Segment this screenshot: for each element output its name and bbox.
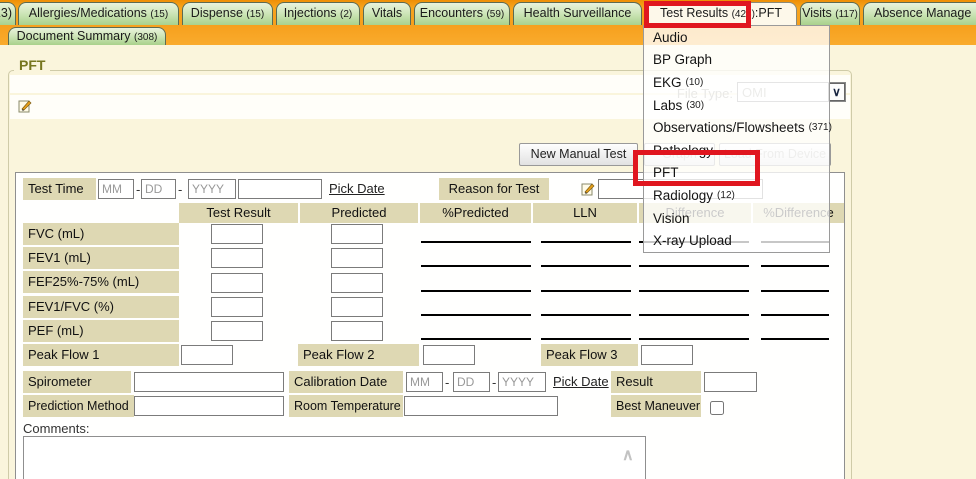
pick-date-link-calibration[interactable]: Pick Date [553,374,609,389]
result-label: Result [611,371,701,393]
room-temperature-input[interactable] [404,396,558,416]
test-date-year-input[interactable] [188,179,236,199]
spirometer-label: Spirometer [23,371,131,393]
pft-section-title: PFT [14,57,50,73]
peak-flow-2-label: Peak Flow 2 [298,344,419,366]
calibration-month-input[interactable] [406,372,443,392]
tab-encounters[interactable]: Encounters (59) [414,2,510,25]
calibration-year-input[interactable] [498,372,546,392]
menu-item-observations-flowsheets[interactable]: Observations/Flowsheets(371) [644,116,829,139]
menu-item-labs[interactable]: Labs(30) [644,94,829,117]
fev1-predicted-input[interactable] [331,248,383,268]
tab-health-surveillance[interactable]: Health Surveillance [513,2,642,25]
prediction-method-input[interactable] [134,396,284,416]
row-label-fef2575: FEF25%-75% (mL) [23,271,179,293]
menu-item-radiology[interactable]: Radiology(12) [644,184,829,207]
test-date-day-input[interactable] [141,179,176,199]
fev1fvc-test-result-input[interactable] [211,297,263,317]
menu-item-xray-upload[interactable]: X-ray Upload [644,229,829,252]
row-label-pef: PEF (mL) [23,320,179,342]
annotation-box-test-results-tab [644,1,751,28]
best-maneuver-label: Best Maneuver [611,395,701,417]
result-input[interactable] [704,372,757,392]
tab-injections[interactable]: Injections (2) [276,2,360,25]
test-time-label: Test Time [23,178,96,200]
row-label-fev1-fvc: FEV1/FVC (%) [23,296,179,318]
comments-textarea[interactable] [23,436,646,479]
room-temperature-label: Room Temperature [289,395,403,417]
edit-note-icon[interactable] [18,99,32,113]
fev1fvc-predicted-input[interactable] [331,297,383,317]
menu-item-ekg[interactable]: EKG(10) [644,71,829,94]
test-time-input[interactable] [238,179,322,199]
calibration-day-input[interactable] [453,372,490,392]
col-header-pct-predicted: %Predicted [420,203,531,223]
screen: 13) Allergies/Medications (15) Dispense … [0,0,976,479]
best-maneuver-checkbox[interactable] [710,401,724,415]
annotation-box-pft-menu-item [633,150,760,186]
menu-item-vision[interactable]: Vision [644,207,829,230]
peak-flow-1-label: Peak Flow 1 [23,344,179,366]
fvc-test-result-input[interactable] [211,224,263,244]
col-header-predicted: Predicted [300,203,418,223]
fef2575-test-result-input[interactable] [211,273,263,293]
pef-test-result-input[interactable] [211,321,263,341]
fev1-test-result-input[interactable] [211,248,263,268]
tab-vitals[interactable]: Vitals [363,2,411,25]
tab-visits[interactable]: Visits (117) [800,2,860,25]
test-results-dropdown-menu: Audio BP Graph EKG(10) Labs(30) Observat… [643,25,830,253]
chevron-down-icon: ∨ [828,83,845,101]
fvc-predicted-input[interactable] [331,224,383,244]
peak-flow-1-input[interactable] [181,345,233,365]
scroll-up-icon[interactable]: ∧ [622,445,634,465]
tab-partial[interactable]: 13) [0,2,16,25]
row-label-fvc: FVC (mL) [23,223,179,245]
peak-flow-2-input[interactable] [423,345,475,365]
tab-absence-management[interactable]: Absence Manage [863,2,976,25]
col-header-lln: LLN [533,203,637,223]
tab-bar-primary: 13) Allergies/Medications (15) Dispense … [0,0,976,25]
menu-item-bp-graph[interactable]: BP Graph [644,49,829,72]
col-header-test-result: Test Result [179,203,298,223]
edit-reason-icon[interactable] [581,182,595,196]
test-date-month-input[interactable] [98,179,134,199]
row-label-fev1: FEV1 (mL) [23,247,179,269]
peak-flow-3-input[interactable] [641,345,693,365]
prediction-method-label: Prediction Method [23,395,134,417]
pef-predicted-input[interactable] [331,321,383,341]
peak-flow-3-label: Peak Flow 3 [541,344,638,366]
tab-dispense[interactable]: Dispense (15) [182,2,273,25]
calibration-date-label: Calibration Date [289,371,403,393]
tab-allergies-medications[interactable]: Allergies/Medications (15) [18,2,179,25]
comments-label: Comments: [23,421,89,436]
fef2575-predicted-input[interactable] [331,273,383,293]
tab-document-summary[interactable]: Document Summary (308) [8,27,166,45]
spirometer-input[interactable] [134,372,284,392]
new-manual-test-button[interactable]: New Manual Test [519,143,638,166]
menu-item-audio[interactable]: Audio [644,26,829,49]
reason-for-test-label: Reason for Test [439,178,549,200]
pick-date-link-top[interactable]: Pick Date [329,181,385,196]
